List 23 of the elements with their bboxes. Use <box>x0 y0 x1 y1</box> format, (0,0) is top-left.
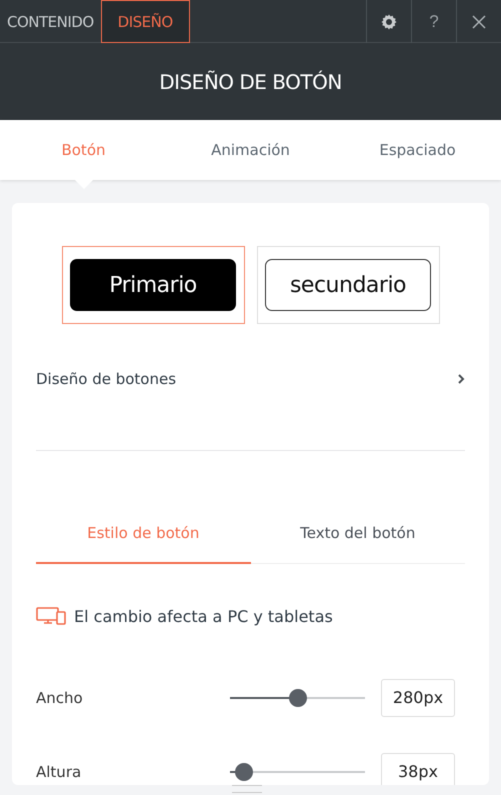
tab[interactable]: Animación <box>167 120 334 180</box>
value-field[interactable]: 280px <box>381 678 455 716</box>
preset-option[interactable]: secundario <box>256 246 440 324</box>
preset-preview: Primario <box>70 259 236 311</box>
close-icon <box>471 14 487 30</box>
chevron-icon <box>457 373 465 385</box>
resize-handle[interactable] <box>232 785 262 793</box>
top-tab[interactable]: DISEÑO <box>100 0 190 43</box>
settings-icon <box>380 12 398 30</box>
design-menu-item[interactable]: Diseño de botones <box>36 324 465 388</box>
tab[interactable]: Espaciado <box>334 120 501 180</box>
slider[interactable] <box>230 762 365 780</box>
preset-preview: secundario <box>265 259 431 311</box>
slider-label: Ancho <box>36 688 84 706</box>
panel-title: DISEÑO DE BOTÓN <box>159 70 342 94</box>
tab[interactable]: Texto del botón <box>250 514 465 564</box>
value-field[interactable]: 38px <box>381 752 455 785</box>
devices-icon <box>36 607 66 625</box>
slider[interactable] <box>230 688 365 706</box>
slider-label: Altura <box>36 762 82 780</box>
note-text: El cambio afecta a PC y tabletas <box>74 606 333 626</box>
preset-option[interactable]: Primario <box>62 246 244 324</box>
top-tab[interactable]: CONTENIDO <box>0 0 101 43</box>
